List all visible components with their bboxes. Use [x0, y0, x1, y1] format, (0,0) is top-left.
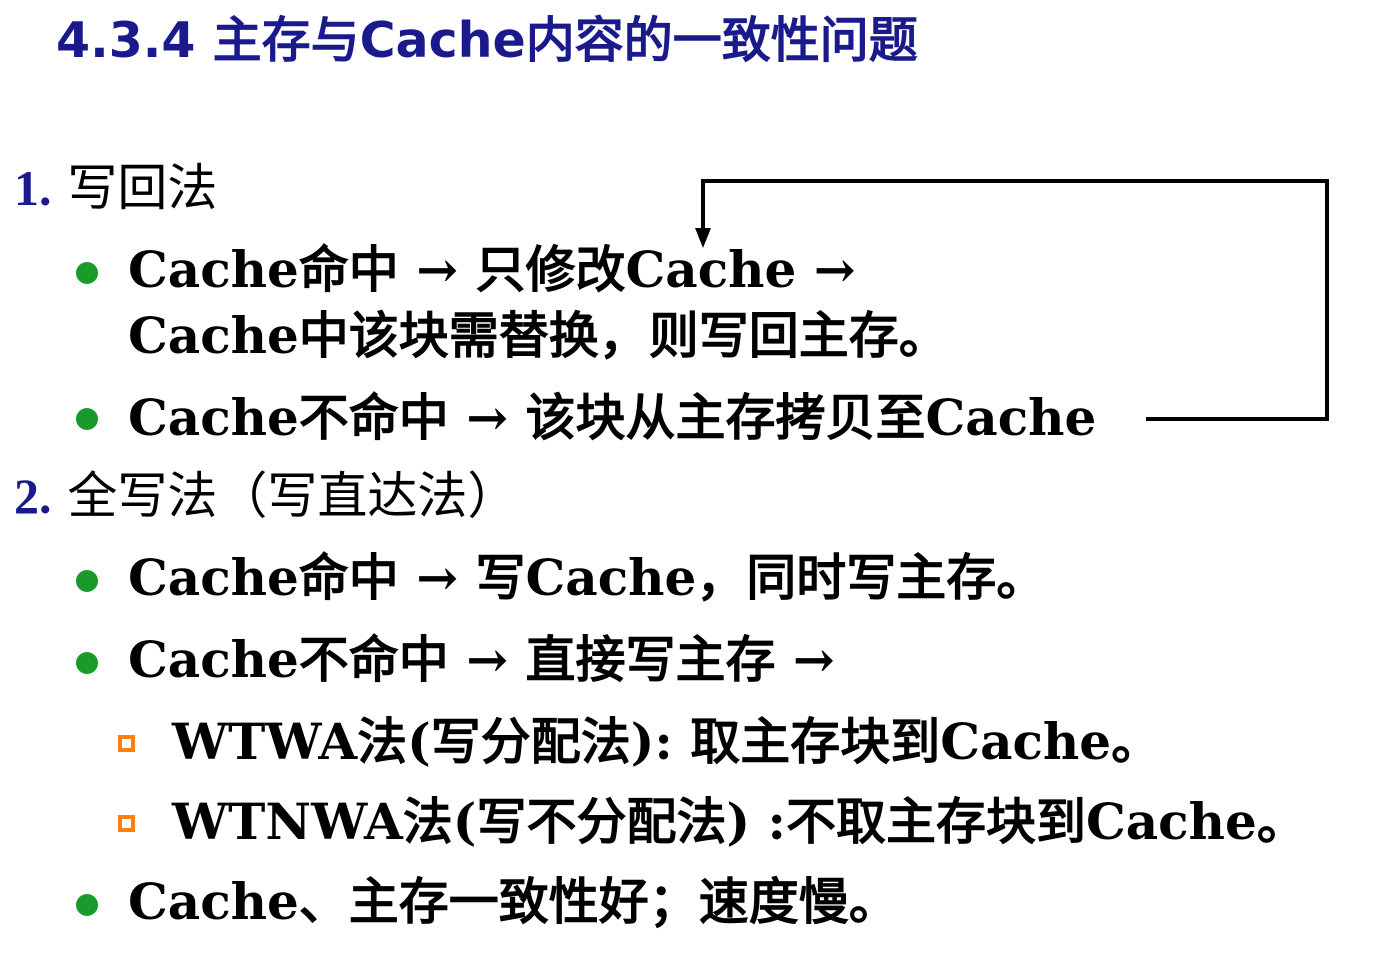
write-through-summary: Cache、主存一致性好；速度慢。 [128, 872, 899, 931]
bullet-icon [76, 894, 98, 916]
sub-bullet-icon [118, 815, 135, 832]
wtnwa-item: WTNWA法(写不分配法) :不取主存块到Cache。 [172, 792, 1307, 851]
section-write-through: 2. 全写法（写直达法） [14, 466, 517, 526]
bullet-icon [76, 652, 98, 674]
section-label: 全写法（写直达法） [67, 467, 518, 525]
sub-bullet-icon [118, 735, 135, 752]
write-through-hit: Cache命中 → 写Cache，同时写主存。 [128, 548, 1047, 607]
wtwa-item: WTWA法(写分配法): 取主存块到Cache。 [172, 712, 1162, 771]
bullet-icon [76, 570, 98, 592]
write-through-miss: Cache不命中 → 直接写主存 → [128, 630, 835, 689]
section-number: 2. [14, 468, 52, 524]
